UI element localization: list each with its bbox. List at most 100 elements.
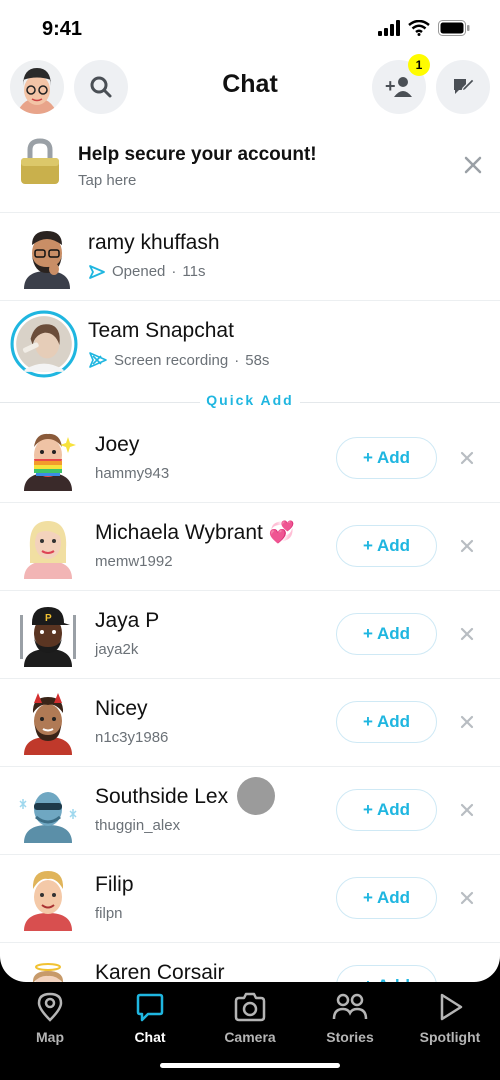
nav-chat[interactable]: Chat	[100, 992, 200, 1045]
screen-recording-icon	[89, 352, 107, 368]
avatar	[24, 433, 76, 491]
camera-icon	[234, 992, 266, 1022]
plus-icon: +	[363, 448, 373, 467]
quick-add-name: Michaela Wybrant 💞	[95, 521, 295, 545]
plus-icon: +	[363, 536, 373, 555]
nav-map[interactable]: Map	[0, 992, 100, 1045]
add-friend-button[interactable]: + Add	[336, 613, 437, 655]
quick-add-username: hammy943	[95, 465, 170, 482]
quick-add-name: Karen Corsair	[95, 961, 225, 982]
chat-status-text: Screen recording	[114, 351, 229, 369]
signal-icon	[378, 20, 400, 36]
close-icon[interactable]	[464, 156, 482, 174]
add-friend-button[interactable]: + Add	[336, 877, 437, 919]
quick-add-row[interactable]: Michaela Wybrant 💞 memw1992 + Add	[0, 503, 500, 591]
avatar	[24, 231, 70, 289]
nav-spotlight-label: Spotlight	[419, 1029, 481, 1045]
status-bar: 9:41	[0, 0, 500, 58]
spotlight-play-icon	[440, 993, 463, 1021]
quick-add-row[interactable]: P Jaya P jaya2k + Add	[0, 591, 500, 679]
chat-status-text: Opened	[112, 263, 166, 280]
quick-add-heading: Quick Add	[200, 392, 300, 408]
new-chat-icon	[454, 78, 475, 94]
quick-add-name: Southside Lex	[95, 785, 229, 808]
wifi-icon	[408, 20, 430, 36]
quick-add-username: memw1992	[95, 553, 173, 570]
add-friend-button[interactable]: + Add	[336, 525, 437, 567]
nav-spotlight[interactable]: Spotlight	[400, 992, 500, 1045]
chat-name: ramy khuffash	[88, 231, 220, 254]
chat-time: 11s	[182, 263, 206, 280]
new-chat-button[interactable]	[436, 60, 490, 114]
dismiss-icon[interactable]	[460, 627, 474, 641]
quick-add-name-text: Michaela Wybrant	[95, 521, 263, 544]
nav-chat-label: Chat	[134, 1029, 166, 1045]
add-friends-button[interactable]: + 1	[372, 54, 430, 114]
quick-add-username: filpn	[95, 905, 123, 922]
separator-dot: ·	[171, 263, 177, 280]
nav-camera[interactable]: Camera	[200, 992, 300, 1045]
secure-banner-title: Help secure your account!	[78, 144, 317, 165]
quick-add-row[interactable]: Filip filpn + Add	[0, 855, 500, 943]
nav-stories[interactable]: Stories	[300, 992, 400, 1045]
stories-icon	[332, 993, 368, 1020]
chat-status: Screen recording · 58s	[88, 351, 269, 369]
chat-status: Opened · 11s	[88, 263, 205, 280]
svg-text:P: P	[45, 613, 52, 624]
plus-icon: +	[363, 888, 373, 907]
secure-banner-subtitle: Tap here	[78, 172, 137, 189]
touch-indicator	[237, 777, 275, 815]
add-label: Add	[376, 624, 410, 643]
quick-add-name: Filip	[95, 873, 134, 896]
dismiss-icon[interactable]	[460, 451, 474, 465]
nav-camera-label: Camera	[224, 1029, 276, 1045]
chat-row[interactable]: ramy khuffash Opened · 11s	[0, 212, 500, 300]
battery-icon	[438, 20, 470, 36]
opened-snap-icon	[89, 264, 105, 279]
chat-header: Chat + 1	[0, 54, 500, 116]
map-pin-icon	[37, 992, 63, 1022]
dismiss-icon[interactable]	[460, 539, 474, 553]
quick-add-row[interactable]: Karen Corsair + Add	[0, 943, 500, 982]
nav-stories-label: Stories	[326, 1029, 374, 1045]
quick-add-name: Nicey	[95, 697, 148, 720]
home-indicator	[160, 1063, 340, 1068]
hearts-emoji: 💞	[268, 521, 296, 544]
quick-add-name: Jaya P	[95, 609, 160, 632]
avatar	[33, 963, 63, 982]
svg-text:+: +	[385, 76, 396, 96]
avatar: P	[20, 607, 76, 667]
quick-add-username: thuggin_alex	[95, 817, 181, 834]
story-avatar	[10, 310, 78, 378]
add-label: Add	[376, 712, 410, 731]
quick-add-name: Joey	[95, 433, 140, 456]
avatar	[24, 693, 72, 755]
chat-name: Team Snapchat	[88, 319, 234, 342]
secure-account-banner[interactable]: Help secure your account! Tap here	[0, 132, 500, 204]
chat-screen: 9:41 Chat + 1 Help secure your account! …	[0, 0, 500, 982]
separator-dot: ·	[234, 351, 240, 369]
quick-add-username: jaya2k	[95, 641, 139, 658]
quick-add-row[interactable]: Joey hammy943 + Add	[0, 415, 500, 503]
status-icons	[378, 20, 470, 36]
chat-row[interactable]: Team Snapchat Screen recording · 58s	[0, 300, 500, 388]
add-label: Add	[376, 536, 410, 555]
dismiss-icon[interactable]	[460, 715, 474, 729]
plus-icon: +	[363, 712, 373, 731]
dismiss-icon[interactable]	[460, 891, 474, 905]
quick-add-label: Quick Add	[0, 392, 500, 412]
add-friend-button[interactable]: + Add	[336, 789, 437, 831]
chat-time: 58s	[245, 351, 270, 369]
add-friend-button[interactable]: + Add	[336, 701, 437, 743]
add-label: Add	[376, 800, 410, 819]
nav-map-label: Map	[36, 1029, 64, 1045]
quick-add-row[interactable]: Nicey n1c3y1986 + Add	[0, 679, 500, 767]
add-friend-button[interactable]: + Add	[336, 437, 437, 479]
dismiss-icon[interactable]	[460, 803, 474, 817]
add-label: Add	[376, 888, 410, 907]
avatar	[19, 792, 77, 843]
add-label: Add	[376, 448, 410, 467]
chat-bubble-icon	[136, 993, 164, 1022]
add-friend-icon: +	[385, 76, 412, 97]
add-friend-button[interactable]: + Add	[336, 965, 437, 982]
